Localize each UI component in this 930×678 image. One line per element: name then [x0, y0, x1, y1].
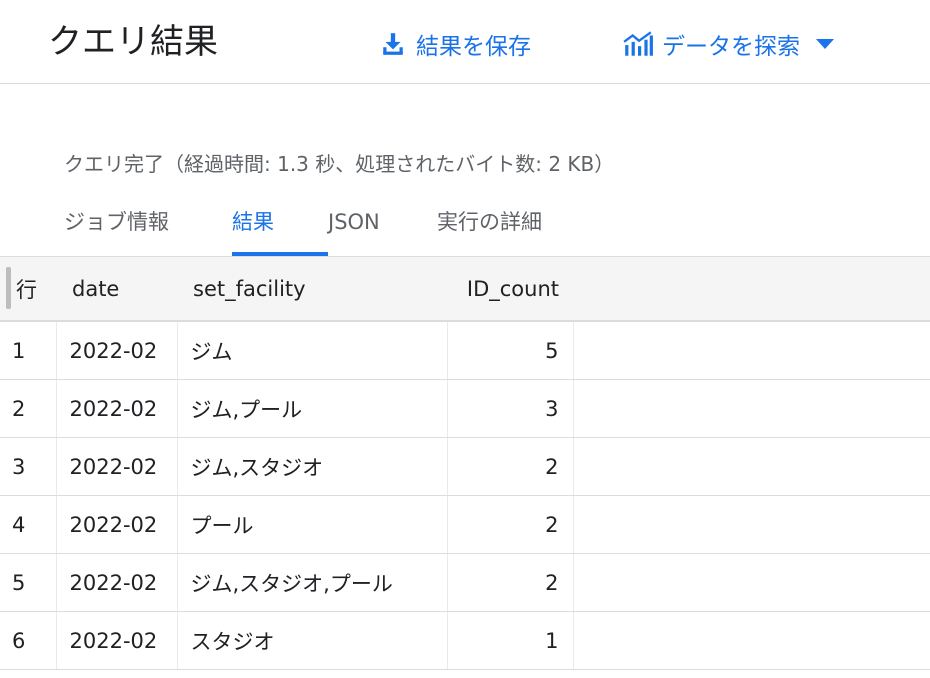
chart-explore-icon [622, 31, 654, 57]
save-results-button[interactable]: 結果を保存 [380, 24, 531, 64]
explore-data-label: データを探索 [662, 34, 800, 60]
date-cell: 2022-02 [56, 611, 178, 670]
row-number-cell: 6 [0, 611, 57, 670]
table-row: 1 2022-02 ジム 5 [0, 321, 930, 380]
id-count-cell: 5 [447, 321, 574, 380]
query-status: クエリ完了（経過時間: 1.3 秒、処理されたバイト数: 2 KB） [64, 152, 615, 176]
set-facility-cell: ジム [177, 321, 448, 380]
column-header-filler [573, 256, 930, 322]
filler-cell [573, 553, 930, 612]
id-count-cell: 2 [447, 495, 574, 554]
tab-job-info[interactable]: ジョブ情報 [64, 204, 232, 256]
set-facility-cell: ジム,プール [177, 379, 448, 438]
column-header-set-facility[interactable]: set_facility [177, 256, 447, 322]
filler-cell [573, 437, 930, 496]
table-row: 3 2022-02 ジム,スタジオ 2 [0, 437, 930, 496]
tab-results[interactable]: 結果 [232, 204, 328, 256]
id-count-cell: 3 [447, 379, 574, 438]
table-row: 6 2022-02 スタジオ 1 [0, 611, 930, 670]
row-number-cell: 2 [0, 379, 57, 438]
date-cell: 2022-02 [56, 553, 178, 612]
date-cell: 2022-02 [56, 321, 178, 380]
filler-cell [573, 321, 930, 380]
date-cell: 2022-02 [56, 379, 178, 438]
app-header: クエリ結果 結果を保存 データを探索 [0, 0, 930, 84]
results-table: 行 date set_facility ID_count 1 2022-02 ジ… [0, 256, 930, 670]
page-title: クエリ結果 [48, 22, 218, 62]
column-header-date[interactable]: date [56, 256, 177, 322]
tab-json[interactable]: JSON [328, 204, 437, 256]
table-header-row: 行 date set_facility ID_count [0, 256, 930, 322]
caret-down-icon[interactable] [816, 38, 834, 50]
tab-execution-details[interactable]: 実行の詳細 [437, 204, 567, 256]
id-count-cell: 2 [447, 553, 574, 612]
row-number-cell: 3 [0, 437, 57, 496]
date-cell: 2022-02 [56, 495, 178, 554]
table-row: 5 2022-02 ジム,スタジオ,プール 2 [0, 553, 930, 612]
set-facility-cell: プール [177, 495, 448, 554]
id-count-cell: 2 [447, 437, 574, 496]
date-cell: 2022-02 [56, 437, 178, 496]
set-facility-cell: ジム,スタジオ [177, 437, 448, 496]
filler-cell [573, 495, 930, 554]
download-icon [380, 31, 406, 57]
column-header-row-number: 行 [0, 256, 56, 322]
filler-cell [573, 611, 930, 670]
row-number-cell: 1 [0, 321, 57, 380]
row-number-cell: 4 [0, 495, 57, 554]
explore-data-button[interactable]: データを探索 [622, 24, 834, 64]
result-tabs: ジョブ情報 結果 JSON 実行の詳細 [64, 204, 567, 256]
table-row: 4 2022-02 プール 2 [0, 495, 930, 554]
filler-cell [573, 379, 930, 438]
column-header-id-count[interactable]: ID_count [447, 256, 573, 322]
table-row: 2 2022-02 ジム,プール 3 [0, 379, 930, 438]
row-number-cell: 5 [0, 553, 57, 612]
save-results-label: 結果を保存 [416, 34, 531, 60]
set-facility-cell: スタジオ [177, 611, 448, 670]
set-facility-cell: ジム,スタジオ,プール [177, 553, 448, 612]
id-count-cell: 1 [447, 611, 574, 670]
resize-grip-icon[interactable] [6, 267, 11, 309]
